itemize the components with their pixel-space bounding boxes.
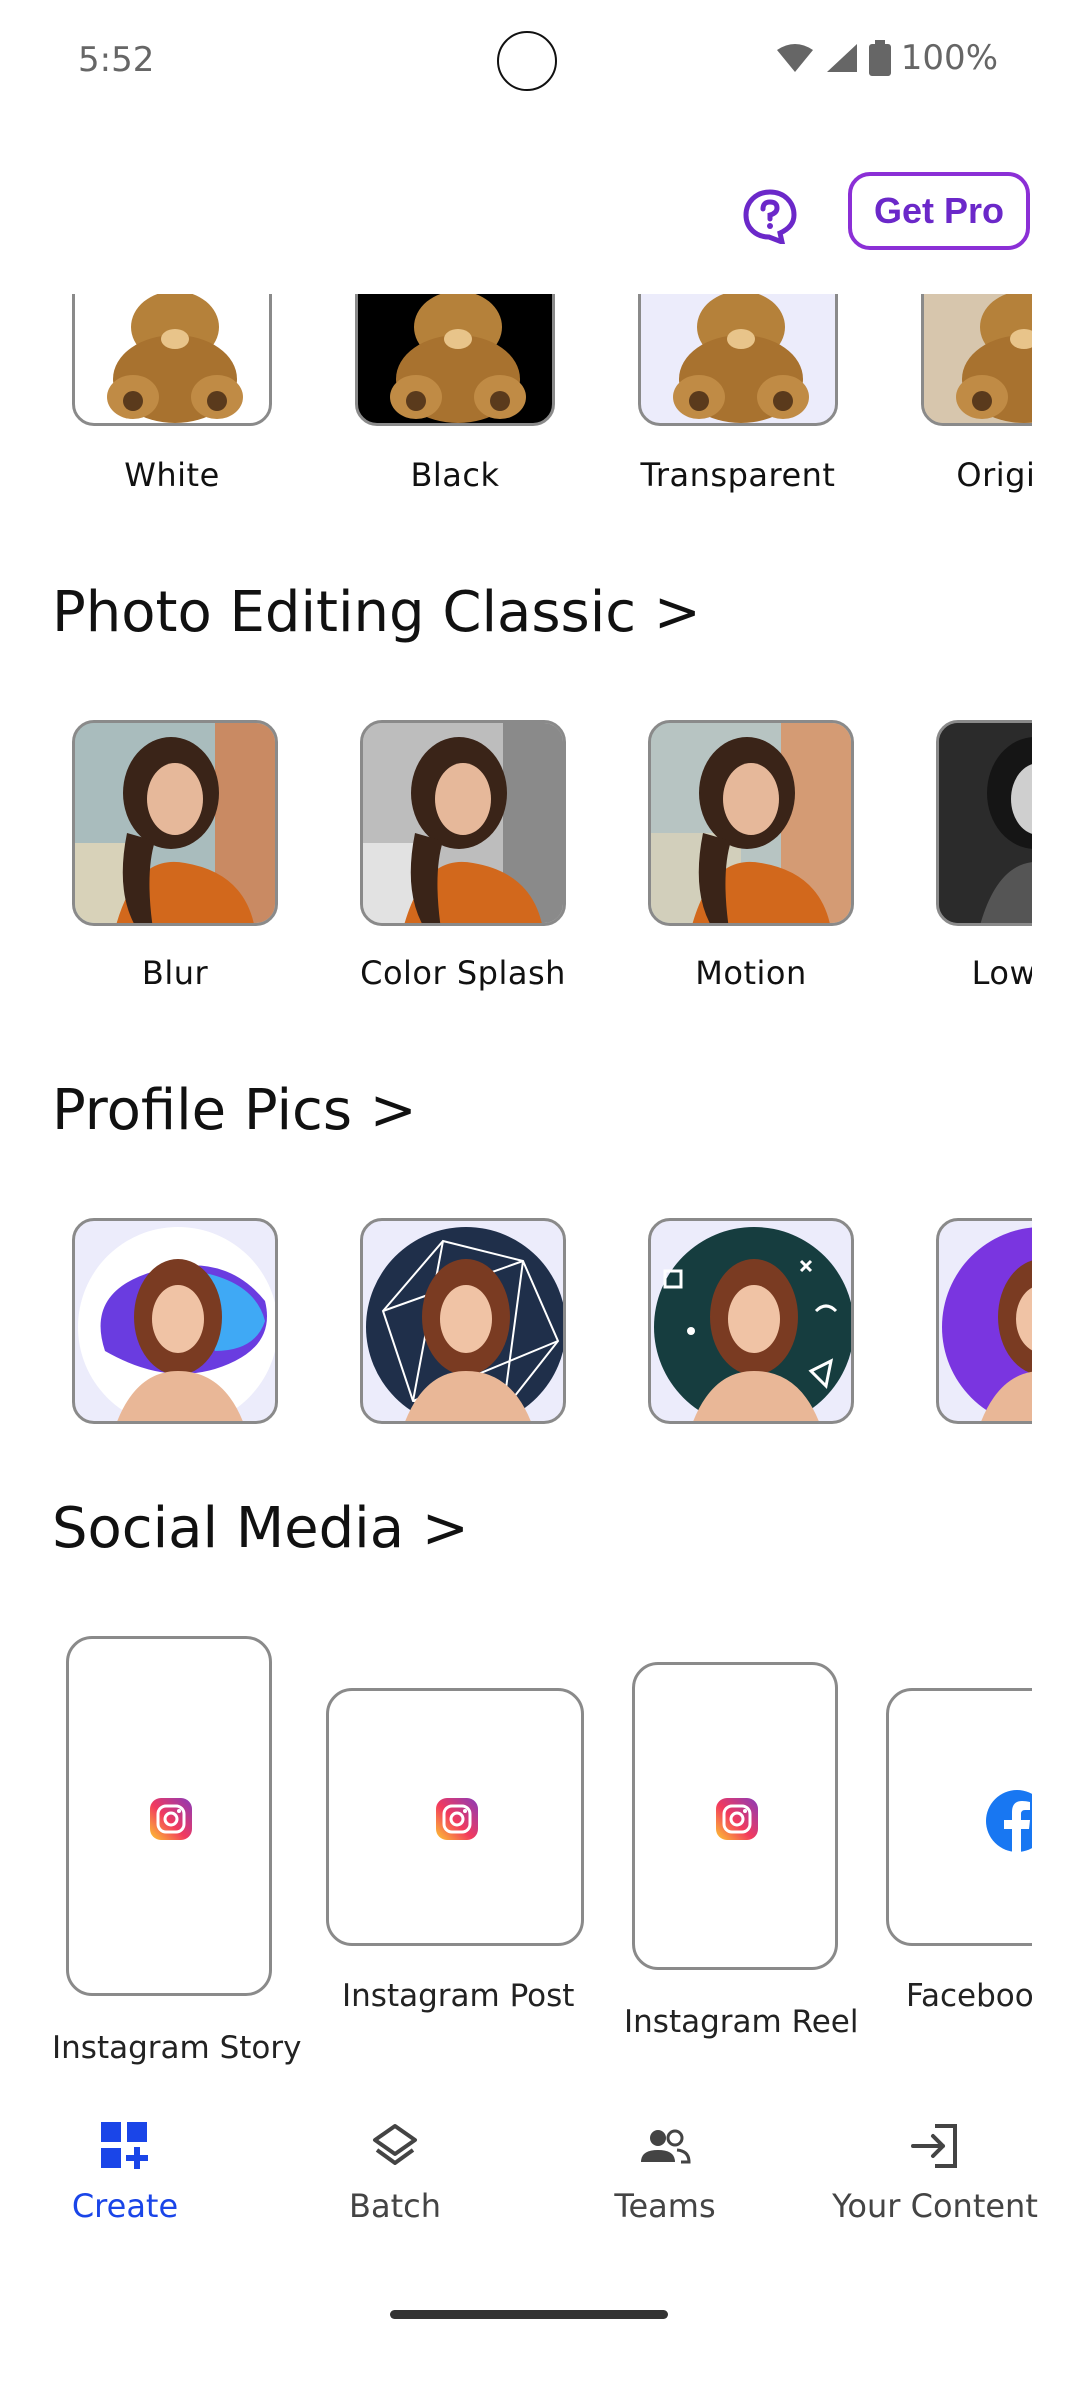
profile-portrait-image: [366, 1227, 563, 1421]
nav-batch[interactable]: Batch: [270, 2120, 520, 2225]
social-media-title[interactable]: Social Media >: [52, 1496, 469, 1561]
profile-pic-purple-thumb[interactable]: [936, 1218, 1032, 1424]
profile-pics-row: [0, 1216, 1032, 1436]
facebook-label: Facebook: [906, 1978, 1032, 2014]
instagram-icon: [436, 1798, 478, 1840]
profile-portrait-image: [78, 1227, 275, 1421]
profile-pic-blob-thumb[interactable]: [72, 1218, 278, 1424]
blur-label: Blur: [141, 954, 209, 992]
color-splash-label: Color Splash: [360, 954, 566, 992]
nav-teams[interactable]: Teams: [540, 2120, 790, 2225]
battery-icon: [868, 40, 891, 76]
battery-percent: 100%: [900, 38, 998, 78]
photo-editing-title[interactable]: Photo Editing Classic >: [52, 580, 701, 645]
instagram-icon: [150, 1798, 192, 1840]
status-icons: 100%: [775, 38, 998, 78]
home-gesture-bar[interactable]: [390, 2310, 668, 2319]
instagram-icon: [716, 1798, 758, 1840]
get-pro-button[interactable]: Get Pro: [848, 172, 1030, 250]
photo-editing-row: Blur Color Splash Motion Low: [0, 718, 1032, 1008]
woman-portrait-image: [939, 723, 1032, 923]
instagram-post-label: Instagram Post: [342, 1978, 575, 2014]
teddy-bear-image: [924, 294, 1032, 423]
profile-pic-pattern-thumb[interactable]: [648, 1218, 854, 1424]
profile-portrait-image: [654, 1227, 851, 1421]
help-icon[interactable]: [742, 188, 798, 244]
instagram-story-frame[interactable]: [66, 1636, 272, 1996]
woman-portrait-image: [651, 723, 851, 923]
create-grid-icon: [101, 2122, 148, 2169]
profile-portrait-image: [942, 1227, 1032, 1421]
background-white-thumb[interactable]: [72, 294, 272, 426]
background-black-label: Black: [410, 456, 500, 494]
facebook-icon: [986, 1790, 1032, 1853]
social-media-row: Instagram Story Instagram Post Instagram…: [0, 1630, 1032, 2090]
background-original-thumb[interactable]: [921, 294, 1032, 426]
status-time: 5:52: [78, 40, 155, 80]
background-black-thumb[interactable]: [355, 294, 555, 426]
nav-your-content-label: Your Content: [832, 2187, 1038, 2225]
background-transparent-label: Transparent: [640, 456, 836, 494]
instagram-reel-frame[interactable]: [632, 1662, 838, 1970]
wifi-icon: [776, 44, 813, 72]
woman-portrait-image: [363, 723, 563, 923]
nav-create-label: Create: [71, 2187, 179, 2225]
teddy-bear-image: [107, 294, 243, 423]
instagram-story-label: Instagram Story: [52, 2030, 302, 2066]
background-transparent-thumb[interactable]: [638, 294, 838, 426]
background-options-row: White Black Transparent Origi: [0, 294, 1032, 504]
teddy-bear-image: [673, 294, 809, 423]
sign-in-arrow-icon: [911, 2124, 957, 2168]
low-key-label: Low Key: [971, 954, 1032, 992]
background-white-label: White: [124, 456, 220, 494]
bottom-navigation: Create Batch Teams Your Content: [0, 2100, 1080, 2300]
layers-icon: [373, 2124, 417, 2165]
color-splash-thumb[interactable]: [360, 720, 566, 926]
nav-teams-label: Teams: [614, 2187, 716, 2225]
nav-create[interactable]: Create: [0, 2120, 250, 2225]
blur-thumb[interactable]: [72, 720, 278, 926]
team-people-icon: [641, 2129, 691, 2164]
background-original-label: Original: [956, 456, 1032, 494]
teddy-bear-image: [390, 294, 526, 423]
profile-pics-title[interactable]: Profile Pics >: [52, 1078, 417, 1143]
facebook-frame[interactable]: [886, 1688, 1032, 1946]
instagram-post-frame[interactable]: [326, 1688, 584, 1946]
motion-thumb[interactable]: [648, 720, 854, 926]
front-camera: [497, 31, 557, 91]
woman-portrait-image: [75, 723, 275, 923]
instagram-reel-label: Instagram Reel: [624, 2004, 859, 2040]
profile-pic-geometric-thumb[interactable]: [360, 1218, 566, 1424]
nav-batch-label: Batch: [349, 2187, 441, 2225]
motion-label: Motion: [695, 954, 807, 992]
signal-icon: [826, 44, 857, 72]
low-key-thumb[interactable]: [936, 720, 1032, 926]
nav-your-content[interactable]: Your Content: [810, 2120, 1060, 2225]
